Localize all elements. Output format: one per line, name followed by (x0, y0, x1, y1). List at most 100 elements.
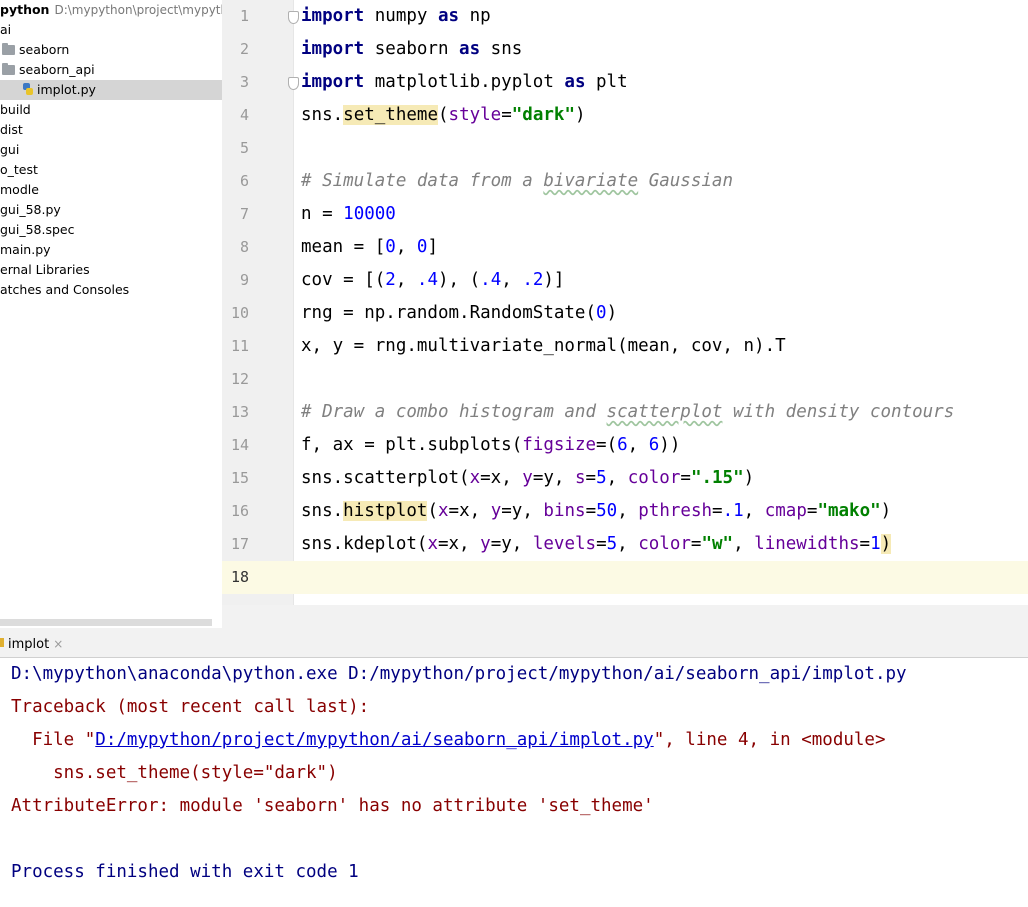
project-tree-item[interactable]: gui_58.spec (0, 220, 222, 240)
code-line[interactable]: 10 rng = np.random.RandomState(0) (222, 297, 1028, 330)
project-tree-item-label: ernal Libraries (0, 262, 90, 277)
code-token: cmap (764, 501, 807, 521)
line-number: 15 (230, 469, 249, 487)
code-token: histplot (343, 501, 428, 521)
code-token: .1 (722, 501, 744, 521)
code-line[interactable]: 1 import numpy as np (222, 0, 1028, 33)
code-token: x (427, 534, 438, 554)
code-token: =x, (437, 534, 481, 554)
project-tree-item[interactable]: gui_58.py (0, 200, 222, 220)
code-token: as (459, 39, 481, 59)
project-tree-item[interactable]: build (0, 100, 222, 120)
line-number: 5 (239, 139, 249, 157)
code-line[interactable]: 6 # Simulate data from a bivariate Gaussi… (222, 165, 1028, 198)
project-tree-item[interactable]: ai (0, 20, 222, 40)
run-console-output[interactable]: D:\mypython\anaconda\python.exe D:/mypyt… (0, 658, 1028, 907)
project-tree-item[interactable]: gui (0, 140, 222, 160)
project-tree-item[interactable]: atches and Consoles (0, 280, 222, 300)
code-line[interactable]: 11 x, y = rng.multivariate_normal(mean, c… (222, 330, 1028, 363)
code-token: as (564, 72, 586, 92)
code-token: with density contours (722, 402, 955, 422)
project-tree-item[interactable]: main.py (0, 240, 222, 260)
code-text: sns.set_theme(style="dark") (301, 99, 586, 132)
code-line[interactable]: 5 (222, 132, 1028, 165)
code-line[interactable]: 9 cov = [(2, .4), (.4, .2)] (222, 264, 1028, 297)
code-line[interactable]: 14 f, ax = plt.subplots(figsize=(6, 6)) (222, 429, 1028, 462)
line-number: 16 (230, 502, 249, 520)
code-editor[interactable]: 1 import numpy as np 2 import seaborn as sn… (222, 0, 1028, 605)
project-tree-item[interactable]: ernal Libraries (0, 260, 222, 280)
code-line[interactable]: 13 # Draw a combo histogram and scatterpl… (222, 396, 1028, 429)
code-line[interactable]: 18 (222, 561, 1028, 594)
code-text: import seaborn as sns (301, 33, 522, 66)
code-line[interactable]: 2 import seaborn as sns (222, 33, 1028, 66)
code-token: , (743, 501, 765, 521)
traceback-file-link[interactable]: D:/mypython/project/mypython/ai/seaborn_… (95, 730, 653, 750)
code-token: Gaussian (638, 171, 733, 191)
code-text: # Draw a combo histogram and scatterplot… (301, 396, 954, 429)
code-text: import matplotlib.pyplot as plt (301, 66, 628, 99)
console-exit-line: Process finished with exit code 1 (11, 862, 359, 882)
code-token: f, ax = plt.subplots( (301, 435, 523, 455)
code-token: , (395, 270, 417, 290)
code-token: , (627, 435, 649, 455)
code-token: sns.scatterplot( (301, 468, 470, 488)
project-tree-item[interactable]: seaborn_api (0, 60, 222, 80)
code-token: x (438, 501, 449, 521)
code-token: = (585, 501, 597, 521)
code-token: = (585, 468, 597, 488)
code-token: ), ( (438, 270, 481, 290)
code-token: numpy (364, 6, 438, 26)
close-icon[interactable]: × (53, 637, 63, 651)
code-token: rng = np.random.RandomState( (301, 303, 597, 323)
line-number: 13 (230, 403, 249, 421)
code-line[interactable]: 12 (222, 363, 1028, 396)
project-tree-item[interactable]: modle (0, 180, 222, 200)
project-tree-item[interactable]: implot.py (0, 80, 222, 100)
python-file-icon (22, 83, 34, 96)
code-token: x (469, 468, 481, 488)
code-text: f, ax = plt.subplots(figsize=(6, 6)) (301, 429, 680, 462)
line-number: 1 (239, 7, 249, 25)
code-token: bivariate (543, 171, 639, 191)
code-token: 50 (596, 501, 618, 521)
project-tree-item[interactable]: o_test (0, 160, 222, 180)
project-panel-scrollbar[interactable] (0, 619, 212, 626)
run-tab-bar: implot × (0, 628, 1028, 658)
code-token: 0 (416, 237, 428, 257)
code-token: cov = [( (301, 270, 386, 290)
code-line[interactable]: 16 sns.histplot(x=x, y=y, bins=50, pthres… (222, 495, 1028, 528)
project-tree-item-label: gui_58.spec (0, 222, 75, 237)
code-token: x, y = rng.multivariate_normal(mean, cov… (301, 336, 786, 356)
code-line[interactable]: 4 sns.set_theme(style="dark") (222, 99, 1028, 132)
project-tree-item-label: gui_58.py (0, 202, 61, 217)
project-tree-item-label: o_test (0, 162, 38, 177)
fold-marker-icon[interactable] (288, 77, 299, 90)
project-tree-item[interactable]: dist (0, 120, 222, 140)
code-token: sns.kdeplot( (301, 534, 428, 554)
fold-marker-icon[interactable] (288, 11, 299, 24)
code-token: set_theme (343, 105, 438, 125)
code-token: # Draw a combo histogram and (301, 402, 607, 422)
code-line[interactable]: 8 mean = [0, 0] (222, 231, 1028, 264)
code-text: sns.histplot(x=x, y=y, bins=50, pthresh=… (301, 495, 891, 528)
code-token: ( (437, 105, 449, 125)
code-token: bins (543, 501, 586, 521)
project-tree-item[interactable]: seaborn (0, 40, 222, 60)
run-tab-implot[interactable]: implot × (0, 635, 63, 656)
code-line[interactable]: 17 sns.kdeplot(x=x, y=y, levels=5, color=… (222, 528, 1028, 561)
code-token: = (690, 534, 702, 554)
code-text: x, y = rng.multivariate_normal(mean, cov… (301, 330, 786, 363)
project-tree-item-label: implot.py (37, 82, 96, 97)
code-token: ) (574, 105, 586, 125)
code-text: sns.scatterplot(x=x, y=y, s=5, color=".1… (301, 462, 754, 495)
project-tree-item-label: gui (0, 142, 20, 157)
code-line[interactable]: 15 sns.scatterplot(x=x, y=y, s=5, color="… (222, 462, 1028, 495)
code-line[interactable]: 7 n = 10000 (222, 198, 1028, 231)
project-tree-item-label: ai (0, 22, 12, 37)
code-token: =y, (490, 534, 533, 554)
code-token: sns. (301, 105, 344, 125)
project-root-row[interactable]: python D:\mypython\project\mypytho (0, 0, 222, 20)
code-token: 1 (870, 534, 881, 554)
code-line[interactable]: 3 import matplotlib.pyplot as plt (222, 66, 1028, 99)
